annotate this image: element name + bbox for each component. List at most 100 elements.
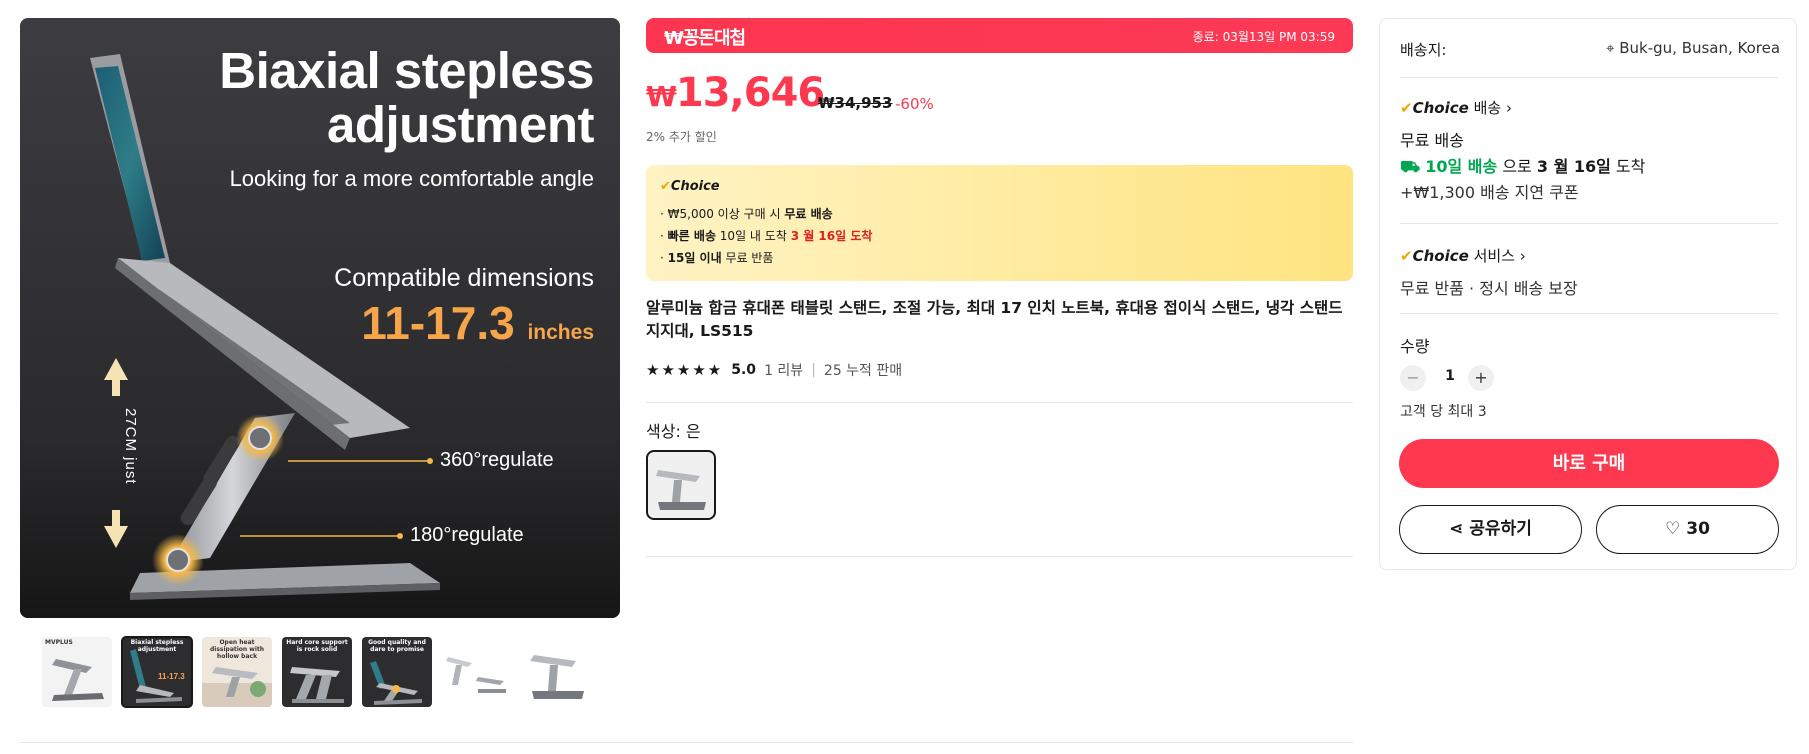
choice-line-1b: 무료 배송 (784, 207, 833, 221)
price-value: 13,646 (675, 70, 825, 116)
side-divider-2 (1400, 223, 1778, 224)
thumbnail-caption: MVPLUS (45, 639, 73, 646)
choice-line-3b: 15일 이내 (667, 251, 722, 265)
quantity-increase-button[interactable]: + (1468, 365, 1494, 391)
review-count[interactable]: 1 리뷰 (764, 360, 803, 380)
thumbnail-caption: Open heat dissipation with hollow back (209, 639, 265, 660)
hero-headline-1: Biaxial stepless (219, 42, 594, 99)
hero-size: 11-17.3 inches (361, 296, 594, 350)
choice-label-text: Choice (670, 179, 720, 194)
check-icon: ✔ (1400, 247, 1413, 265)
variant-divider (646, 556, 1353, 557)
choice-shipping-text: 배송 (1473, 99, 1502, 117)
eta-fast: 10일 배송 (1425, 157, 1498, 176)
rating-separator: | (811, 362, 816, 378)
free-shipping: 무료 배송 (1400, 131, 1464, 150)
eta-mid: 으로 (1497, 157, 1537, 176)
choice-line-2c: 10일 내 도착 (715, 229, 791, 243)
truck-icon: ⛟ (1400, 157, 1421, 176)
ship-to-location[interactable]: ⌖ Buk-gu, Busan, Korea (1606, 39, 1780, 57)
thumbnail-1[interactable]: MVPLUS (42, 637, 112, 707)
title-divider (646, 402, 1353, 403)
choice-shipping-link[interactable]: ✔Choice 배송 › (1400, 97, 1512, 118)
rating-stars-icon: ★★★★★ (646, 361, 724, 379)
thumbnail-5[interactable]: Good quality and dare to promise (362, 637, 432, 707)
thumbnail-stand-image (530, 655, 584, 699)
side-divider-1 (1400, 77, 1778, 78)
thumbnail-caption: Good quality and dare to promise (368, 639, 426, 653)
side-divider-3 (1400, 313, 1778, 314)
choice-line-2b: 빠른 배송 (667, 229, 716, 243)
rating-score: 5.0 (731, 362, 757, 378)
delivery-eta: ⛟ 10일 배송 으로 3 월 16일 도착 (1400, 153, 1645, 178)
hero-regulate-180: 180°regulate (410, 524, 524, 546)
check-icon: ✔ (660, 179, 671, 194)
location-pin-icon: ⌖ (1606, 39, 1615, 57)
choice-word: Choice (1412, 99, 1469, 117)
choice-line-2d: 3 월 16일 도착 (790, 229, 873, 243)
thumbnail-3[interactable]: Open heat dissipation with hollow back (202, 637, 272, 707)
gallery-divider (20, 742, 1353, 743)
swatch-stand-image (656, 470, 706, 510)
choice-line-2: · 빠른 배송 10일 내 도착 3 월 16일 도착 (660, 227, 872, 244)
thumbnail-strip: MVPLUS Biaxial stepless adjustment 11-17… (42, 636, 602, 708)
eta-end: 도착 (1610, 157, 1646, 176)
discount-badge: -60% (895, 95, 934, 113)
ship-to-label: 배송지: (1400, 41, 1447, 59)
hero-size-unit: inches (527, 321, 594, 344)
buy-now-button[interactable]: 바로 구매 (1399, 439, 1779, 488)
thumbnail-stand-image (52, 659, 104, 701)
thumbnail-caption: Hard core support is rock solid (286, 639, 348, 653)
choice-service-text: 서비스 (1473, 247, 1515, 265)
thumbnail-2[interactable]: Biaxial stepless adjustment 11-17.3 (121, 636, 193, 708)
sold-count: 25 누적 판매 (823, 363, 903, 379)
promo-logo: ₩꽁돈대첩 (664, 28, 746, 49)
product-title: 알루미늄 합금 휴대폰 태블릿 스탠드, 조절 가능, 최대 17 인치 노트북… (646, 299, 1343, 340)
hero-headline: Biaxial stepless adjustment (219, 44, 594, 152)
quantity-decrease-button[interactable]: − (1400, 365, 1426, 391)
thumbnail-6[interactable] (442, 637, 512, 707)
current-price: ₩13,646 (646, 70, 825, 116)
share-button[interactable]: ⋖ 공유하기 (1399, 505, 1582, 554)
check-icon: ✔ (1400, 99, 1413, 117)
thumbnail-stand-image (446, 657, 506, 693)
share-label: 공유하기 (1469, 519, 1532, 539)
main-product-image[interactable]: Biaxial stepless adjustment Looking for … (20, 18, 620, 618)
hero-headline-2: adjustment (326, 96, 595, 153)
hero-size-value: 11-17.3 (361, 297, 515, 349)
extra-discount: 2% 추가 할인 (646, 130, 717, 144)
promo-banner[interactable]: ₩꽁돈대첩 종료: 03월13일 PM 03:59 (646, 18, 1353, 53)
hero-subhead: Looking for a more comfortable angle (229, 166, 594, 191)
share-icon: ⋖ (1449, 519, 1464, 539)
thumbnail-7[interactable] (522, 637, 592, 707)
heart-icon: ♡ (1665, 519, 1681, 539)
price-currency: ₩ (646, 80, 677, 113)
original-price: ₩34,953 (818, 94, 893, 112)
hero-compat-label: Compatible dimensions (334, 264, 594, 292)
chevron-right-icon: › (1519, 247, 1526, 265)
quantity-limit: 고객 당 최대 3 (1400, 404, 1487, 420)
choice-word: Choice (1412, 247, 1469, 265)
thumbnail-caption: Biaxial stepless adjustment (130, 639, 184, 653)
choice-line-1: · ₩5,000 이상 구매 시 무료 배송 (660, 205, 833, 222)
quantity-value[interactable]: 1 (1440, 368, 1460, 384)
choice-label: ✔Choice (660, 179, 720, 194)
svg-text:11-17.3: 11-17.3 (158, 672, 185, 681)
promo-timer: 종료: 03월13일 PM 03:59 (1192, 30, 1335, 44)
color-label: 색상: 은 (646, 422, 701, 441)
choice-line-3a: · (660, 251, 668, 265)
location-text: Buk-gu, Busan, Korea (1619, 39, 1781, 57)
wishlist-button[interactable]: ♡ 30 (1596, 505, 1779, 554)
eta-date: 3 월 16일 (1536, 157, 1611, 176)
hero-height-label: 27CM just (122, 408, 139, 485)
choice-line-3c: 무료 반품 (721, 251, 774, 265)
rating-row: ★★★★★ 5.0 1 리뷰 | 25 누적 판매 (646, 360, 902, 380)
choice-line-1a: · ₩5,000 이상 구매 시 (660, 207, 785, 221)
thumbnail-4[interactable]: Hard core support is rock solid (282, 637, 352, 707)
wishlist-count: 30 (1686, 519, 1710, 539)
choice-benefits-box[interactable]: ✔Choice · ₩5,000 이상 구매 시 무료 배송 · 빠른 배송 1… (646, 165, 1353, 281)
choice-line-2a: · (660, 229, 668, 243)
choice-service-link[interactable]: ✔Choice 서비스 › (1400, 245, 1526, 266)
hero-regulate-360: 360°regulate (440, 449, 554, 471)
color-swatch-silver[interactable] (646, 450, 716, 520)
